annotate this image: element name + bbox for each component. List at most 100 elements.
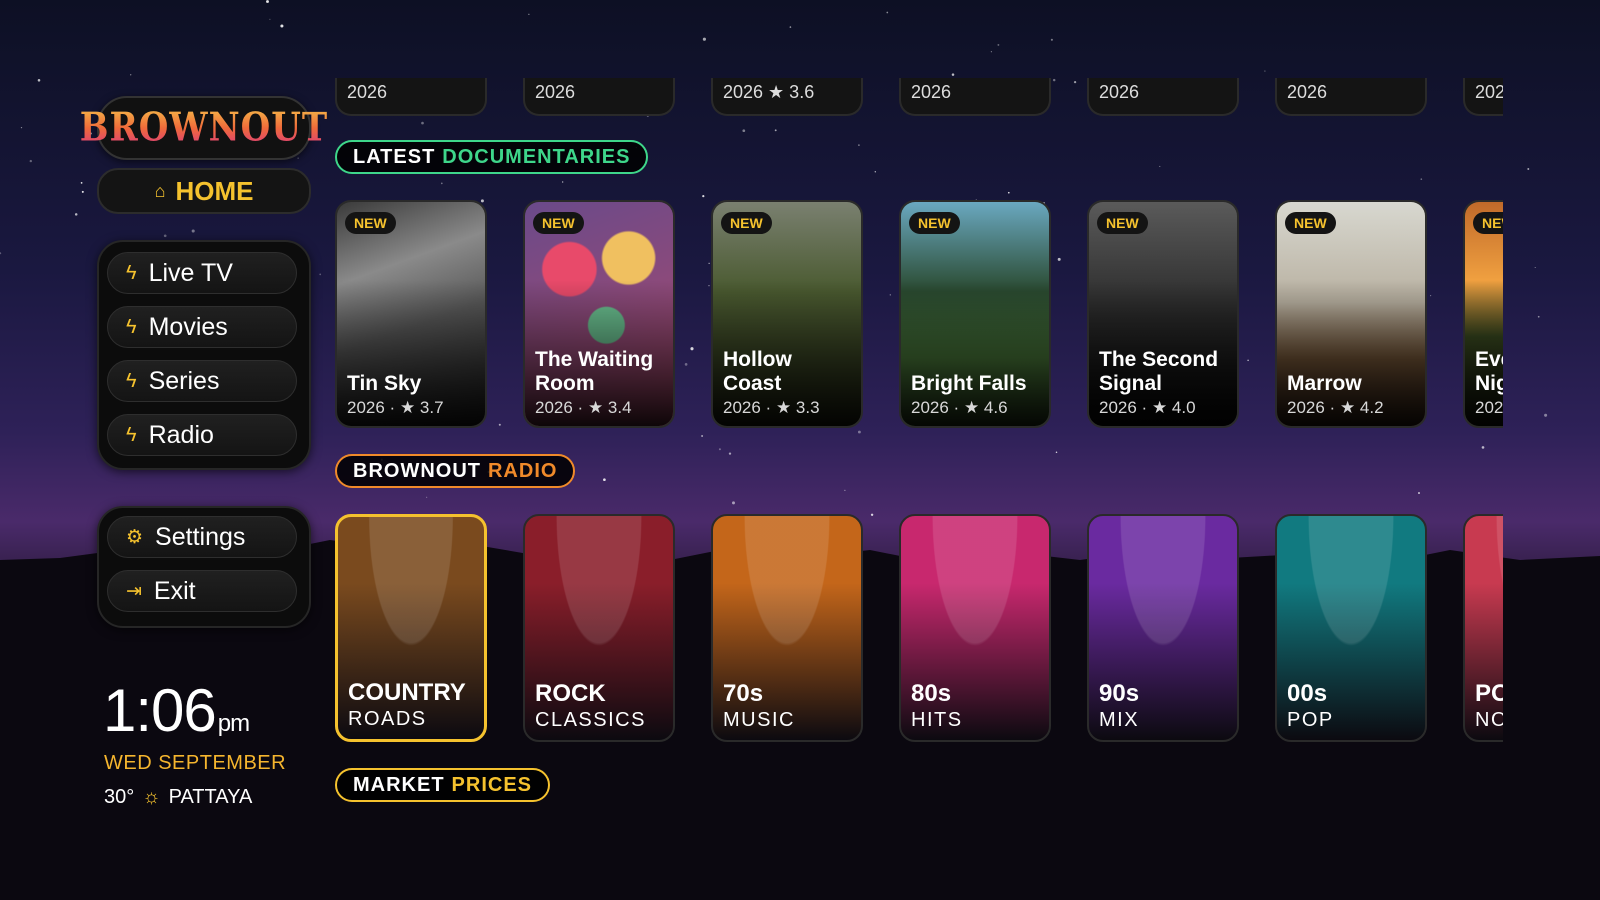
section-header-documentaries: LATEST DOCUMENTARIES — [335, 140, 649, 174]
card-title: Tin Sky — [347, 372, 422, 395]
radio-station-card[interactable]: 70s MUSIC — [711, 514, 863, 742]
documentary-card[interactable]: NEW The Waiting Room 2026 · ★ 3.4 — [523, 200, 675, 428]
card-rating: 4.2 — [1359, 398, 1384, 417]
radio-station-card[interactable]: 00s POP — [1275, 514, 1427, 742]
home-button[interactable]: ⌂ HOME — [97, 168, 311, 214]
date-label: WED SEPTEMBER — [104, 752, 287, 774]
card-meta: 2026 · ★ 4.2 — [1287, 398, 1384, 417]
card-meta: 2026 ★ 3.6 — [723, 82, 815, 102]
documentaries-row: NEW Tin Sky 2026 · ★ 3.7 NEW The Waiting… — [335, 200, 1503, 432]
previous-row: 2026 2026 2026 ★ 3.6 2026 2026 2026 202 — [335, 78, 1503, 118]
card-year: 2026 — [1287, 398, 1325, 417]
new-badge: NEW — [1473, 212, 1503, 234]
nav-item-live-tv[interactable]: ϟ Live TV — [107, 252, 297, 294]
documentary-card[interactable]: NEW The Second Signal 2026 · ★ 4.0 — [1087, 200, 1239, 428]
previous-row-card[interactable]: 2026 — [1275, 78, 1427, 116]
station-subtitle: NO — [1475, 709, 1503, 731]
header-text: LATEST — [353, 145, 436, 168]
exit-button[interactable]: ⇥ Exit — [107, 570, 297, 612]
header-accent-text: DOCUMENTARIES — [442, 145, 631, 168]
home-label: HOME — [175, 175, 254, 206]
previous-row-card[interactable]: 2026 — [1087, 78, 1239, 116]
previous-row-card[interactable]: 2026 — [523, 78, 675, 116]
bolt-icon: ϟ — [126, 261, 137, 284]
card-meta: 2026 · ★ 4.6 — [911, 398, 1008, 417]
documentary-card[interactable]: NEW Marrow 2026 · ★ 4.2 — [1275, 200, 1427, 428]
documentary-card[interactable]: NEW Bright Falls 2026 · ★ 4.6 — [899, 200, 1051, 428]
settings-label: Settings — [155, 522, 246, 551]
new-badge: NEW — [345, 212, 396, 234]
brand-logo[interactable]: BROWNOUT — [80, 96, 327, 160]
card-title: Hollow Coast — [723, 348, 792, 395]
new-badge: NEW — [1285, 212, 1336, 234]
radio-station-card[interactable]: COUNTRY ROADS — [335, 514, 487, 742]
station-subtitle: CLASSICS — [535, 709, 646, 731]
card-year: 2026 — [347, 398, 385, 417]
card-meta: 2026 · ★ 4.0 — [1475, 398, 1503, 418]
previous-row-card[interactable]: 2026 ★ 3.6 — [711, 78, 863, 116]
documentary-card[interactable]: NEW Every Long Night 2026 · ★ 4.0 — [1463, 200, 1503, 428]
card-rating: 4.6 — [983, 398, 1008, 417]
card-meta: 2026 — [535, 82, 576, 102]
star-icon: ★ — [775, 398, 792, 417]
station-name: 90s — [1099, 680, 1140, 707]
bolt-icon: ϟ — [126, 369, 137, 392]
card-meta: 2026 · ★ 3.3 — [723, 398, 820, 417]
card-year: 2026 — [535, 398, 573, 417]
station-subtitle: HITS — [911, 709, 963, 731]
station-subtitle: MUSIC — [723, 709, 795, 731]
card-rating: 4.0 — [1171, 398, 1196, 417]
weather: 30° ☼ PATTAYA — [104, 786, 252, 809]
header-accent-text: RADIO — [487, 459, 558, 482]
header-text: BROWNOUT — [353, 459, 481, 482]
header-text: MARKET — [353, 773, 445, 796]
card-rating: 3.7 — [419, 398, 444, 417]
nav-item-series[interactable]: ϟ Series — [107, 360, 297, 402]
card-title: The Second Signal — [1099, 348, 1219, 395]
documentary-card[interactable]: NEW Tin Sky 2026 · ★ 3.7 — [335, 200, 487, 428]
station-subtitle: ROADS — [348, 708, 427, 730]
card-year: 2026 — [1099, 398, 1137, 417]
card-rating: 3.3 — [795, 398, 820, 417]
new-badge: NEW — [721, 212, 772, 234]
card-meta: 2026 · ★ 3.4 — [535, 398, 632, 417]
card-year: 2026 — [911, 398, 949, 417]
radio-station-card[interactable]: 80s HITS — [899, 514, 1051, 742]
clock-time: 1:06 — [103, 677, 217, 744]
settings-button[interactable]: ⚙ Settings — [107, 516, 297, 558]
card-title: Bright Falls — [911, 372, 1027, 395]
previous-row-card[interactable]: 2026 — [899, 78, 1051, 116]
card-title: Every Long Night — [1475, 348, 1503, 395]
nav-item-label: Movies — [148, 312, 228, 341]
nav-item-radio[interactable]: ϟ Radio — [107, 414, 297, 456]
radio-station-card[interactable]: 90s MIX — [1087, 514, 1239, 742]
radio-station-card[interactable]: PONO — [1463, 514, 1503, 742]
weather-icon: ☼ — [142, 786, 161, 808]
exit-icon: ⇥ — [126, 580, 142, 602]
system-nav-panel: ⚙ Settings ⇥ Exit — [97, 506, 311, 628]
card-title: Marrow — [1287, 372, 1362, 395]
exit-label: Exit — [153, 576, 196, 605]
previous-row-card[interactable]: 202 — [1463, 78, 1503, 116]
previous-row-card[interactable]: 2026 — [335, 78, 487, 116]
clock-ampm: pm — [217, 710, 250, 737]
section-header-radio: BROWNOUT RADIO — [335, 454, 576, 488]
radio-row: COUNTRY ROADS ROCK CLASSICS 70s MUSIC 80s HITS 9… — [335, 514, 1503, 746]
station-subtitle: POP — [1287, 709, 1334, 731]
card-meta: 2026 — [911, 82, 952, 102]
station-name: 70s — [723, 680, 764, 707]
main-nav-panel: ϟ Live TV ϟ Movies ϟ Series ϟ Radio — [97, 240, 311, 470]
nav-item-movies[interactable]: ϟ Movies — [107, 306, 297, 348]
gear-icon: ⚙ — [126, 526, 144, 548]
radio-station-card[interactable]: ROCK CLASSICS — [523, 514, 675, 742]
card-meta: 2026 · ★ 3.7 — [347, 398, 444, 417]
card-year: 2026 — [723, 398, 761, 417]
star-icon: ★ — [963, 398, 980, 417]
temperature: 30° — [104, 786, 135, 808]
station-name: COUNTRY — [348, 679, 466, 706]
new-badge: NEW — [533, 212, 584, 234]
card-meta: 2026 — [347, 82, 388, 102]
header-accent-text: PRICES — [451, 773, 533, 796]
documentary-card[interactable]: NEW Hollow Coast 2026 · ★ 3.3 — [711, 200, 863, 428]
star-icon: ★ — [1151, 398, 1168, 417]
